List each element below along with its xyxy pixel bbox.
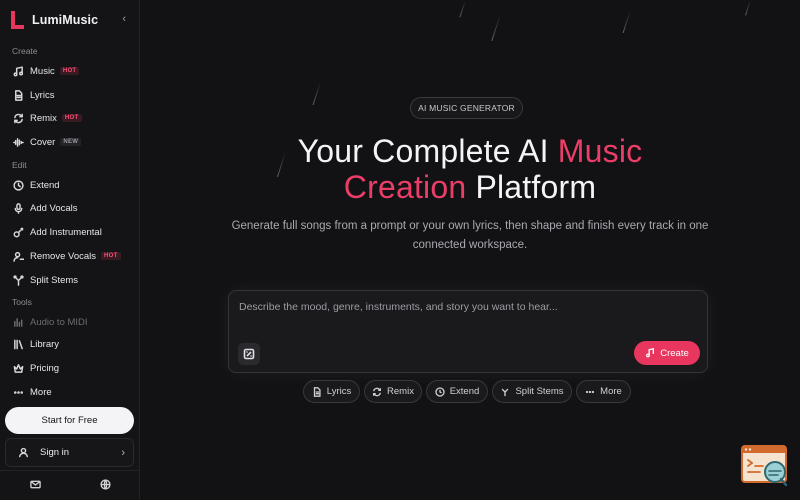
brand-name: LumiMusic [32, 13, 99, 27]
mail-icon[interactable] [29, 477, 41, 495]
music-note-icon [646, 348, 655, 358]
hot-badge: HOT [61, 114, 82, 122]
brand[interactable]: LumiMusic ‹ [10, 10, 130, 30]
hero-line1-plain: Your Complete AI [297, 133, 558, 169]
decorative-streak [745, 0, 751, 16]
ai-music-generator-tag: AI MUSIC GENERATOR [410, 97, 523, 119]
chip-label: Extend [449, 386, 480, 397]
section-label-tools: Tools [12, 297, 32, 307]
sidebar: LumiMusic ‹ Create Music HOT Lyrics Remi… [0, 0, 140, 500]
hero-line2-plain: Platform [466, 169, 597, 205]
sidebar-item-remix[interactable]: Remix HOT [12, 109, 134, 127]
section-label-create: Create [12, 46, 38, 56]
chip-label: Remix [387, 386, 414, 397]
sidebar-item-label: Remove Vocals [30, 250, 97, 262]
chip-label: More [600, 386, 622, 397]
sidebar-item-label: Cover [30, 136, 56, 148]
microphone-icon [12, 202, 24, 214]
floating-help-widget[interactable] [741, 445, 789, 487]
clock-icon [12, 179, 24, 191]
sidebar-item-label: Split Stems [30, 274, 79, 286]
chip-extend[interactable]: Extend [426, 380, 488, 403]
user-icon [14, 444, 32, 462]
sidebar-item-label: Add Vocals [30, 202, 78, 214]
sidebar-item-split-stems[interactable]: Split Stems [12, 271, 134, 289]
decorative-streak [459, 0, 466, 18]
chip-remix[interactable]: Remix [364, 380, 422, 403]
chip-lyrics[interactable]: Lyrics [303, 380, 360, 403]
bars-icon [12, 316, 24, 328]
decorative-streak [622, 10, 631, 34]
refresh-icon [373, 387, 382, 396]
split-icon [12, 274, 24, 286]
create-label: Create [660, 347, 689, 359]
chip-split-stems[interactable]: Split Stems [492, 380, 572, 403]
dice-icon [243, 348, 255, 360]
hot-badge: HOT [101, 252, 121, 260]
sidebar-item-cover[interactable]: Cover NEW [12, 133, 134, 151]
browser-chat-icon [741, 445, 788, 487]
start-for-free-button[interactable]: Start for Free [5, 407, 134, 434]
sidebar-item-remove-vocals[interactable]: Remove Vocals HOT [12, 247, 134, 265]
music-note-icon [12, 65, 24, 77]
hero-subtitle: Generate full songs from a prompt or you… [231, 220, 709, 251]
sidebar-item-label: Lyrics [30, 89, 55, 101]
document-icon [313, 386, 321, 397]
chip-label: Lyrics [326, 386, 352, 397]
globe-icon[interactable] [99, 477, 111, 495]
sidebar-item-label: Add Instrumental [30, 226, 102, 238]
sidebar-footer [0, 470, 140, 500]
split-icon [502, 388, 509, 396]
clock-icon [435, 386, 445, 397]
sidebar-item-add-instrumental[interactable]: Add Instrumental [12, 223, 134, 241]
hero-line2-accent: Creation [343, 169, 467, 205]
create-button[interactable]: Create [634, 341, 700, 365]
chip-label: Split Stems [515, 386, 564, 397]
sidebar-item-label: Audio to MIDI [30, 316, 88, 328]
sidebar-item-label: Library [30, 338, 60, 350]
hero-title: Your Complete AI Music Creation Platform [170, 133, 770, 205]
library-icon [12, 338, 24, 350]
sidebar-item-label: Extend [30, 179, 60, 191]
new-badge: NEW [60, 138, 82, 146]
sidebar-item-label: Remix [30, 112, 57, 124]
sign-in-label: Sign in [40, 447, 70, 458]
document-icon [12, 89, 24, 101]
ellipsis-icon [586, 390, 595, 393]
sidebar-item-pricing[interactable]: Pricing [12, 359, 134, 377]
sidebar-item-music[interactable]: Music HOT [12, 62, 134, 80]
sidebar-item-audio-to-midi[interactable]: Audio to MIDI [12, 313, 134, 331]
decorative-streak [312, 82, 321, 106]
hero-line1-accent: Music [557, 133, 643, 169]
sidebar-item-label: Music [30, 65, 55, 77]
collapse-sidebar-icon[interactable]: ‹ [122, 13, 126, 25]
sidebar-item-add-vocals[interactable]: Add Vocals [12, 199, 134, 217]
waveform-icon [12, 136, 24, 148]
ellipsis-icon [12, 386, 24, 398]
crown-icon [12, 362, 24, 374]
prompt-box: Create [228, 290, 708, 373]
main-content: AI MUSIC GENERATOR Your Complete AI Musi… [140, 0, 800, 500]
sidebar-item-extend[interactable]: Extend [12, 176, 134, 194]
sidebar-item-lyrics[interactable]: Lyrics [12, 86, 134, 104]
sidebar-item-more[interactable]: More [12, 383, 134, 401]
sidebar-item-library[interactable]: Library [12, 335, 134, 353]
sign-in-button[interactable]: Sign in › [5, 438, 134, 467]
section-label-edit: Edit [12, 160, 27, 170]
lumimusic-logo-icon [10, 11, 24, 29]
user-remove-icon [12, 250, 24, 262]
random-prompt-button[interactable] [238, 343, 260, 365]
prompt-input[interactable] [239, 301, 679, 313]
hot-badge: HOT [59, 67, 80, 75]
decorative-streak [491, 14, 501, 41]
guitar-icon [12, 226, 24, 238]
chip-more[interactable]: More [576, 380, 631, 403]
refresh-icon [12, 112, 24, 124]
sidebar-item-label: More [30, 386, 52, 398]
sidebar-item-label: Pricing [30, 362, 60, 374]
chevron-right-icon: › [121, 446, 125, 459]
